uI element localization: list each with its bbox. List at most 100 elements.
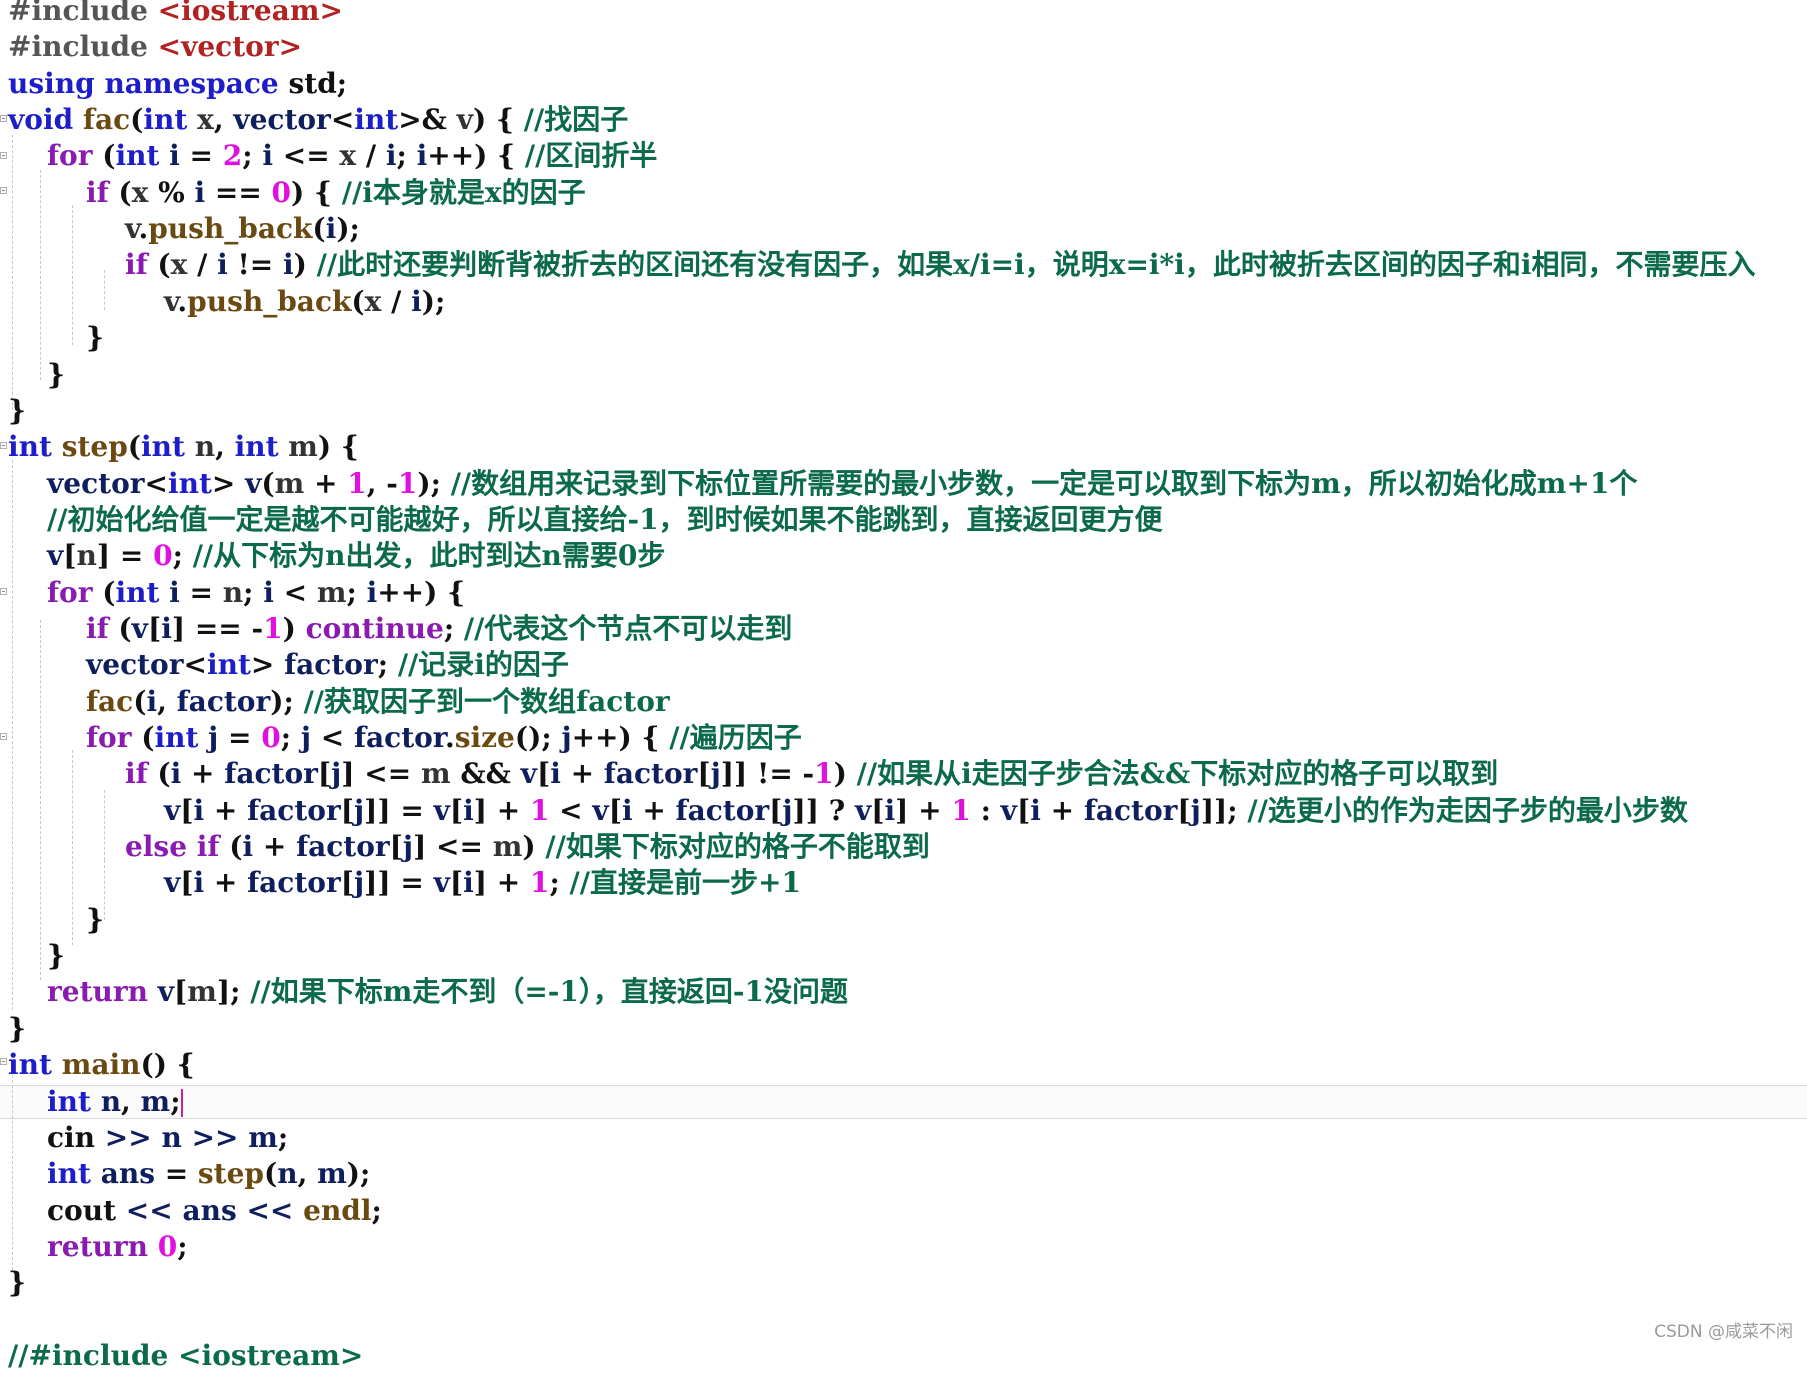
code-token: } (8, 939, 65, 973)
code-line[interactable]: #include <iostream> (8, 0, 343, 29)
code-line[interactable]: int step(int n, int m) { (8, 429, 359, 465)
code-token: ) (522, 830, 546, 864)
code-line[interactable]: int ans = step(n, m); (8, 1156, 370, 1192)
code-token: [ (340, 793, 354, 827)
code-token: return (47, 1229, 148, 1263)
code-line[interactable]: cin >> n >> m; (8, 1120, 288, 1156)
code-token: x (364, 284, 382, 318)
code-line[interactable]: using namespace std; (8, 66, 347, 102)
code-line[interactable]: v.push_back(x / i); (8, 284, 445, 320)
code-token: ] + (473, 866, 530, 900)
code-line[interactable]: } (8, 393, 26, 429)
code-token: ++) { (571, 721, 670, 754)
code-token: 0 (271, 175, 292, 209)
code-token: && (450, 757, 521, 791)
code-token: n (161, 1120, 182, 1154)
code-token: if (85, 611, 109, 645)
code-line[interactable]: int n, m; (8, 1084, 183, 1120)
fold-toggle-icon[interactable] (0, 152, 7, 159)
code-token: [ (63, 539, 77, 573)
code-line[interactable]: } (8, 357, 65, 393)
code-line[interactable]: if (v[i] == -1) continue; //代表这个节点不可以走到 (8, 611, 792, 647)
code-line[interactable]: vector<int> factor; //记录i的因子 (8, 647, 569, 683)
code-token: / (381, 284, 412, 318)
code-token: for (85, 721, 132, 754)
code-line[interactable]: //初始化给值一定是越不可能越好，所以直接给-1，到时候如果不能跳到，直接返回更… (8, 502, 1163, 538)
code-token: ]] = (364, 793, 434, 827)
fold-toggle-icon[interactable] (0, 187, 7, 194)
code-line[interactable]: } (8, 1265, 26, 1301)
code-token: continue (305, 611, 444, 645)
code-token: i (161, 611, 172, 645)
code-token: m (317, 1157, 347, 1191)
code-token: void (8, 103, 74, 137)
code-line[interactable]: if (x / i != i) //此时还要判断背被折去的区间还有没有因子，如果… (8, 247, 1755, 283)
code-line[interactable]: } (8, 1011, 26, 1047)
code-editor[interactable]: #include <iostream> #include <vector> usin… (0, 0, 1807, 1372)
fold-toggle-icon[interactable] (0, 115, 7, 122)
code-line[interactable]: v[i + factor[j]] = v[i] + 1 < v[i + fact… (8, 793, 1688, 829)
code-token: } (8, 1011, 27, 1045)
code-line[interactable]: for (int j = 0; j < factor.size(); j++) … (8, 720, 802, 756)
code-token: 1 (347, 466, 367, 500)
fold-toggle-icon[interactable] (0, 442, 7, 449)
code-line[interactable]: fac(i, factor); //获取因子到一个数组factor (8, 684, 670, 720)
code-token: i (463, 793, 474, 827)
code-token: factor (176, 684, 271, 718)
code-token: <= (273, 139, 340, 173)
code-token: ( (108, 611, 132, 645)
code-token: v (433, 866, 450, 900)
code-token: + (204, 793, 248, 827)
code-token: ]] ? (792, 793, 855, 827)
code-line[interactable]: else if (i + factor[j] <= m) //如果下标对应的格子… (8, 829, 930, 865)
code-line[interactable]: int main() { (8, 1047, 195, 1083)
code-line[interactable]: if (i + factor[j] <= m && v[i + factor[j… (8, 756, 1498, 792)
fold-toggle-icon[interactable] (0, 1058, 7, 1065)
code-token: <iostream> (157, 0, 343, 27)
code-token: i (262, 139, 273, 173)
code-line[interactable]: } (8, 320, 104, 356)
code-line[interactable]: vector<int> v(m + 1, -1); //数组用来记录到下标位置所… (8, 466, 1637, 502)
code-token: [ (536, 757, 551, 791)
code-token: i (884, 793, 896, 827)
code-token: ( (108, 175, 132, 209)
code-token: int (141, 430, 185, 464)
code-line[interactable]: void fac(int x, vector<int>& v) { //找因子 (8, 102, 628, 138)
code-token: << (246, 1193, 294, 1227)
code-token: ; (396, 139, 417, 173)
code-token: ]] != - (720, 757, 815, 791)
code-line[interactable]: v[n] = 0; //从下标为n出发，此时到达n需要0步 (8, 538, 665, 574)
code-token: 0 (157, 1229, 178, 1263)
code-token: i (325, 212, 337, 246)
code-line[interactable]: cout << ans << endl; (8, 1193, 382, 1229)
code-token: [ (769, 793, 783, 827)
code-line[interactable]: return 0; (8, 1229, 188, 1265)
code-token: [ (1177, 793, 1191, 827)
code-token: n (222, 575, 244, 609)
code-token: + (632, 793, 676, 827)
code-token: } (8, 902, 104, 936)
code-token: ++) { (377, 575, 466, 609)
code-line[interactable]: } (8, 902, 104, 938)
code-line[interactable]: for (int i = 2; i <= x / i; i++) { //区间折… (8, 138, 657, 174)
code-token: / (356, 139, 386, 173)
code-token: if (196, 830, 220, 864)
code-line[interactable]: return v[m]; //如果下标m走不到（=-1），直接返回-1没问题 (8, 974, 848, 1010)
code-line[interactable]: if (x % i == 0) { //i本身就是x的因子 (8, 175, 586, 211)
fold-toggle-icon[interactable] (0, 733, 7, 740)
code-line[interactable]: v[i + factor[j]] = v[i] + 1; //直接是前一步+1 (8, 865, 801, 901)
code-token: + (560, 757, 604, 791)
code-line[interactable]: } (8, 938, 65, 974)
code-line[interactable]: v.push_back(i); (8, 211, 360, 247)
code-line[interactable]: #include <vector> (8, 29, 302, 65)
code-line[interactable]: for (int i = n; i < m; i++) { (8, 575, 465, 611)
code-token: v (520, 757, 537, 791)
fold-toggle-icon[interactable] (0, 588, 7, 595)
code-token: int (206, 648, 251, 682)
